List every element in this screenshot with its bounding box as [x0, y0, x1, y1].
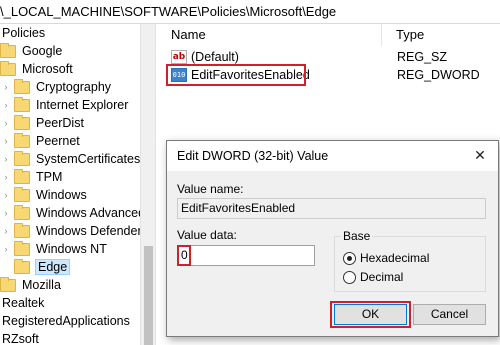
tree-item-windows-defender[interactable]: › Windows Defender	[2, 222, 142, 240]
tree-item-peerdist[interactable]: › PeerDist	[2, 114, 84, 132]
folder-icon	[0, 60, 16, 76]
tree-item-edge[interactable]: Edge	[14, 258, 71, 276]
tree-item-tpm[interactable]: › TPM	[2, 168, 62, 186]
tree-item-label: Policies	[2, 26, 46, 40]
value-data-label: Value data:	[177, 228, 237, 242]
tree-item-label: SystemCertificates	[36, 152, 141, 166]
address-bar[interactable]: \_LOCAL_MACHINE\SOFTWARE\Policies\Micros…	[0, 0, 500, 24]
tree-item-label: Peernet	[36, 134, 80, 148]
folder-icon	[14, 168, 30, 184]
folder-icon	[14, 96, 30, 112]
folder-icon	[14, 78, 30, 94]
folder-icon	[14, 114, 30, 130]
folder-icon	[14, 222, 30, 238]
tree-item-label: Google	[22, 44, 63, 58]
address-path: \_LOCAL_MACHINE\SOFTWARE\Policies\Micros…	[0, 4, 337, 19]
folder-icon	[14, 186, 30, 202]
radio-label: Decimal	[360, 270, 404, 284]
radio-hexadecimal[interactable]: Hexadecimal	[343, 251, 429, 265]
chevron-right-icon[interactable]: ›	[2, 208, 10, 218]
registry-tree[interactable]: Policies Google Microsoft › Cryptography…	[0, 24, 155, 345]
value-type: REG_SZ	[397, 48, 447, 66]
folder-icon	[14, 240, 30, 256]
value-name-text: EditFavoritesEnabled	[181, 201, 296, 215]
tree-scrollbar[interactable]	[140, 24, 155, 345]
folder-icon	[14, 150, 30, 166]
tree-item-rzsoft[interactable]: RZsoft	[2, 330, 39, 345]
tree-item-label: Microsoft	[22, 62, 73, 76]
highlight-box	[166, 64, 306, 86]
chevron-right-icon[interactable]: ›	[2, 172, 10, 182]
folder-icon	[0, 276, 16, 292]
edit-dword-dialog[interactable]: Edit DWORD (32-bit) Value ✕ Value name: …	[166, 140, 499, 337]
tree-item-mozilla[interactable]: Mozilla	[0, 276, 61, 294]
column-header-name[interactable]: Name	[171, 24, 206, 46]
tree-item-label: RegisteredApplications	[2, 314, 130, 328]
tree-item-label: Cryptography	[36, 80, 112, 94]
tree-item-label: Windows	[36, 188, 87, 202]
folder-icon	[14, 132, 30, 148]
tree-item-google[interactable]: Google	[0, 42, 62, 60]
tree-item-label: RZsoft	[2, 332, 39, 345]
tree-item-windows-nt[interactable]: › Windows NT	[2, 240, 107, 258]
folder-icon	[0, 42, 16, 58]
tree-item-systemcertificates[interactable]: › SystemCertificates	[2, 150, 140, 168]
tree-item-windows-advanced[interactable]: › Windows Advanced	[2, 204, 145, 222]
tree-item-label: Realtek	[2, 296, 45, 310]
value-type-text: REG_DWORD	[397, 68, 480, 82]
folder-open-icon	[14, 258, 30, 274]
tree-item-label: Windows Defender	[36, 224, 142, 238]
chevron-right-icon[interactable]: ›	[2, 190, 10, 200]
tree-item-windows[interactable]: › Windows	[2, 186, 87, 204]
value-name: (Default)	[191, 50, 239, 64]
tree-item-policies[interactable]: Policies	[2, 24, 45, 42]
tree-item-label: Mozilla	[22, 278, 61, 292]
chevron-right-icon[interactable]: ›	[2, 226, 10, 236]
folder-icon	[14, 204, 30, 220]
chevron-right-icon[interactable]: ›	[2, 82, 10, 92]
value-name-field: EditFavoritesEnabled	[177, 198, 486, 219]
tree-item-realtek[interactable]: Realtek	[2, 294, 44, 312]
radio-label: Hexadecimal	[360, 251, 430, 265]
scrollbar-thumb[interactable]	[144, 246, 153, 345]
column-header-type[interactable]: Type	[396, 24, 424, 46]
value-data-input[interactable]: 0	[177, 245, 315, 266]
column-divider[interactable]	[381, 24, 382, 46]
chevron-right-icon[interactable]: ›	[2, 244, 10, 254]
tree-item-peernet[interactable]: › Peernet	[2, 132, 80, 150]
base-label: Base	[341, 229, 373, 243]
value-name-label: Value name:	[177, 182, 244, 196]
radio-selected-icon[interactable]	[343, 251, 356, 265]
base-groupbox: Base Hexadecimal Decimal	[334, 229, 486, 292]
value-type: REG_DWORD	[397, 66, 480, 84]
tree-item-internet-explorer[interactable]: › Internet Explorer	[2, 96, 128, 114]
chevron-right-icon[interactable]: ›	[2, 100, 10, 110]
tree-item-label: Windows NT	[36, 242, 107, 256]
highlight-box	[177, 245, 191, 266]
value-type-text: REG_SZ	[397, 50, 448, 64]
tree-item-label: Internet Explorer	[36, 98, 129, 112]
highlight-box	[330, 301, 411, 328]
radio-unselected-icon[interactable]	[343, 270, 356, 284]
chevron-right-icon[interactable]: ›	[2, 136, 10, 146]
tree-item-label: TPM	[36, 170, 63, 184]
string-value-icon: ab	[171, 50, 187, 64]
tree-item-microsoft[interactable]: Microsoft	[0, 60, 73, 78]
chevron-right-icon[interactable]: ›	[2, 154, 10, 164]
chevron-right-icon[interactable]: ›	[2, 118, 10, 128]
tree-item-label: PeerDist	[36, 116, 84, 130]
close-icon[interactable]: ✕	[470, 146, 490, 166]
cancel-button[interactable]: Cancel	[413, 304, 486, 325]
dialog-title: Edit DWORD (32-bit) Value	[177, 149, 329, 163]
tree-item-label: Windows Advanced	[36, 206, 146, 220]
radio-decimal[interactable]: Decimal	[343, 270, 403, 284]
tree-item-label: Edge	[34, 259, 71, 275]
tree-item-cryptography[interactable]: › Cryptography	[2, 78, 111, 96]
tree-item-registeredapplications[interactable]: RegisteredApplications	[2, 312, 130, 330]
dialog-title-bar[interactable]: Edit DWORD (32-bit) Value ✕	[167, 141, 498, 171]
